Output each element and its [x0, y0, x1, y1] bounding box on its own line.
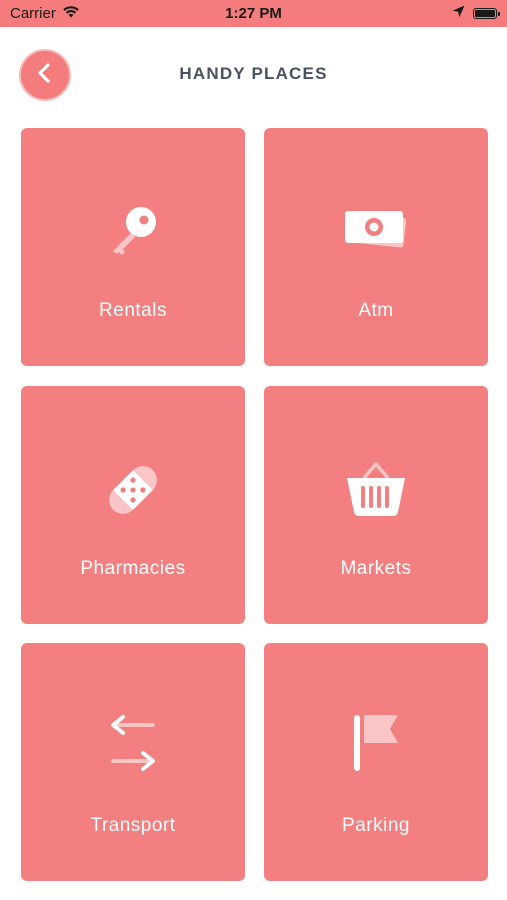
status-bar: Carrier 1:27 PM — [0, 0, 507, 27]
transfer-arrows-icon — [21, 715, 245, 779]
location-arrow-icon — [452, 5, 465, 22]
tile-label: Transport — [90, 815, 176, 836]
tile-pharmacies[interactable]: Pharmacies — [21, 386, 245, 624]
tile-rentals[interactable]: Rentals — [21, 128, 245, 366]
tile-label: Atm — [358, 300, 394, 321]
money-icon — [264, 200, 488, 264]
key-icon — [21, 200, 245, 264]
tile-label: Parking — [342, 815, 410, 836]
bandage-icon — [21, 458, 245, 522]
tile-label: Rentals — [99, 300, 167, 321]
battery-icon — [473, 8, 500, 19]
tile-atm[interactable]: Atm — [264, 128, 488, 366]
basket-icon — [264, 458, 488, 522]
tile-parking[interactable]: Parking — [264, 643, 488, 881]
status-time: 1:27 PM — [225, 5, 282, 22]
tile-markets[interactable]: Markets — [264, 386, 488, 624]
tile-label: Pharmacies — [80, 558, 186, 579]
flag-icon — [264, 715, 488, 779]
page-title: HANDY PLACES — [179, 64, 328, 83]
tile-label: Markets — [340, 558, 412, 579]
tile-transport[interactable]: Transport — [21, 643, 245, 881]
